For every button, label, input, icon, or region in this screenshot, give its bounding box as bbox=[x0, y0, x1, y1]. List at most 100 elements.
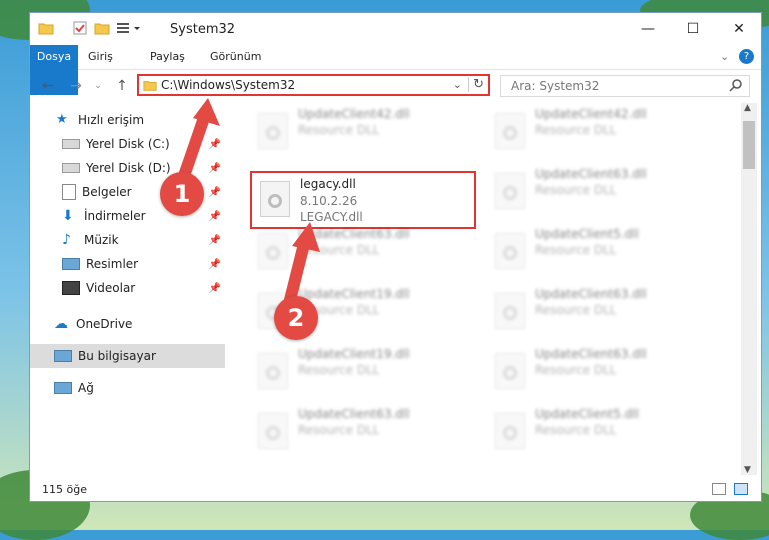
scroll-up-icon[interactable]: ▲ bbox=[744, 103, 751, 113]
file-name: UpdateClient19.dll bbox=[298, 287, 410, 301]
step-1-badge: 1 bbox=[160, 172, 204, 216]
window-title: System32 bbox=[170, 22, 236, 37]
file-item[interactable]: UpdateClient63.dll Resource DLL bbox=[487, 285, 712, 335]
file-type: Resource DLL bbox=[298, 423, 380, 437]
file-item[interactable]: UpdateClient42.dll Resource DLL bbox=[250, 105, 475, 155]
close-button[interactable]: ✕ bbox=[716, 13, 762, 45]
sidebar-item-network[interactable]: Ağ bbox=[30, 376, 225, 400]
file-type: Resource DLL bbox=[298, 363, 380, 377]
dll-file-icon bbox=[258, 113, 288, 149]
file-type: Resource DLL bbox=[535, 303, 617, 317]
large-icons-view-icon[interactable] bbox=[734, 483, 748, 495]
details-view-icon[interactable] bbox=[712, 483, 726, 495]
dll-file-icon bbox=[258, 353, 288, 389]
maximize-button[interactable]: ☐ bbox=[670, 13, 716, 45]
back-button[interactable]: ← bbox=[38, 76, 58, 96]
file-version: 8.10.2.26 bbox=[300, 194, 358, 208]
pin-icon[interactable]: 📌 bbox=[209, 163, 221, 174]
tab-home[interactable]: Giriş bbox=[78, 45, 123, 69]
sidebar-item-label: Ağ bbox=[78, 381, 94, 395]
refresh-icon[interactable]: ↻ bbox=[468, 77, 484, 92]
sidebar-item-quick-access[interactable]: ★ Hızlı erişim bbox=[30, 108, 225, 132]
ribbon-tabs: Dosya Giriş Paylaş Görünüm ⌄ ? bbox=[30, 45, 761, 95]
music-icon: ♪ bbox=[62, 232, 71, 248]
item-count: 115 öğe bbox=[42, 483, 87, 496]
vertical-scrollbar[interactable]: ▲ ▼ bbox=[741, 103, 757, 475]
dll-file-icon bbox=[495, 113, 525, 149]
address-dropdown-icon[interactable]: ⌄ bbox=[453, 78, 462, 91]
pin-icon[interactable]: 📌 bbox=[209, 211, 221, 222]
sidebar-item-label: Bu bilgisayar bbox=[78, 349, 156, 363]
explorer-window: System32 — ☐ ✕ Dosya Giriş Paylaş Görünü… bbox=[29, 12, 762, 502]
pin-icon[interactable]: 📌 bbox=[209, 259, 221, 270]
sidebar-item-onedrive[interactable]: ☁ OneDrive bbox=[30, 312, 225, 336]
forward-button[interactable]: → bbox=[66, 76, 86, 96]
scroll-down-icon[interactable]: ▼ bbox=[744, 465, 751, 475]
file-type: Resource DLL bbox=[535, 363, 617, 377]
dll-file-icon bbox=[258, 413, 288, 449]
dll-file-icon bbox=[260, 181, 290, 217]
file-name: UpdateClient63.dll bbox=[298, 407, 410, 421]
pictures-icon bbox=[62, 258, 80, 270]
file-name: UpdateClient63.dll bbox=[535, 287, 647, 301]
cloud-icon: ☁ bbox=[54, 316, 68, 332]
file-name: UpdateClient5.dll bbox=[535, 227, 639, 241]
pin-icon[interactable]: 📌 bbox=[209, 187, 221, 198]
file-name: UpdateClient5.dll bbox=[535, 407, 639, 421]
sidebar-item-label: Resimler bbox=[86, 257, 139, 271]
pin-icon[interactable]: 📌 bbox=[209, 283, 221, 294]
step-2-badge: 2 bbox=[274, 296, 318, 340]
documents-icon bbox=[62, 184, 76, 200]
sidebar-item-label: Yerel Disk (C:) bbox=[86, 137, 170, 151]
file-type: Resource DLL bbox=[535, 183, 617, 197]
pin-icon[interactable]: 📌 bbox=[209, 139, 221, 150]
file-item[interactable]: UpdateClient63.dll Resource DLL bbox=[250, 225, 475, 275]
sidebar-item-label: Hızlı erişim bbox=[78, 113, 145, 127]
scrollbar-thumb[interactable] bbox=[743, 121, 755, 169]
navigation-pane: ★ Hızlı erişim Yerel Disk (C:) 📌 Yerel D… bbox=[30, 108, 225, 468]
file-item-legacy-dll[interactable]: legacy.dll 8.10.2.26 LEGACY.dll bbox=[250, 171, 476, 229]
folder-icon bbox=[143, 78, 157, 95]
file-item[interactable]: UpdateClient42.dll Resource DLL bbox=[487, 105, 712, 155]
search-box[interactable]: Ara: System32 bbox=[500, 75, 750, 97]
recent-locations-button[interactable]: ⌄ bbox=[88, 76, 108, 96]
title-bar: System32 — ☐ ✕ bbox=[30, 13, 761, 45]
sidebar-item-music[interactable]: ♪ Müzik 📌 bbox=[30, 228, 225, 252]
file-name: UpdateClient42.dll bbox=[535, 107, 647, 121]
file-type: Resource DLL bbox=[535, 243, 617, 257]
file-item[interactable]: UpdateClient19.dll Resource DLL bbox=[250, 345, 475, 395]
help-icon[interactable]: ? bbox=[739, 49, 754, 64]
sidebar-item-local-disk-c[interactable]: Yerel Disk (C:) 📌 bbox=[30, 132, 225, 156]
status-bar: 115 öğe bbox=[30, 479, 761, 501]
properties-icon[interactable] bbox=[72, 20, 88, 38]
customize-toolbar-icon[interactable] bbox=[116, 20, 142, 38]
sidebar-item-videos[interactable]: Videolar 📌 bbox=[30, 276, 225, 300]
dll-file-icon bbox=[495, 233, 525, 269]
file-name: UpdateClient63.dll bbox=[298, 227, 410, 241]
address-text[interactable]: C:\Windows\System32 bbox=[161, 78, 295, 92]
sidebar-item-this-pc[interactable]: Bu bilgisayar bbox=[30, 344, 225, 368]
expand-ribbon-icon[interactable]: ⌄ bbox=[720, 50, 729, 63]
tab-share[interactable]: Paylaş bbox=[140, 45, 195, 69]
file-item[interactable]: UpdateClient63.dll Resource DLL bbox=[487, 165, 712, 215]
file-item[interactable]: UpdateClient63.dll Resource DLL bbox=[250, 405, 475, 455]
search-input[interactable]: Ara: System32 bbox=[511, 79, 599, 93]
address-bar[interactable]: C:\Windows\System32 ⌄ ↻ bbox=[137, 74, 490, 96]
folder-icon bbox=[38, 20, 54, 38]
drive-icon bbox=[62, 163, 80, 173]
sidebar-item-label: İndirmeler bbox=[84, 209, 146, 223]
dll-file-icon bbox=[495, 173, 525, 209]
file-name: legacy.dll bbox=[300, 177, 356, 191]
file-description: LEGACY.dll bbox=[300, 210, 363, 224]
new-folder-icon[interactable] bbox=[94, 20, 110, 38]
sidebar-item-label: Videolar bbox=[86, 281, 136, 295]
sidebar-item-pictures[interactable]: Resimler 📌 bbox=[30, 252, 225, 276]
tab-view[interactable]: Görünüm bbox=[200, 45, 271, 69]
file-item[interactable]: UpdateClient5.dll Resource DLL bbox=[487, 405, 712, 455]
file-item[interactable]: UpdateClient5.dll Resource DLL bbox=[487, 225, 712, 275]
file-name: UpdateClient19.dll bbox=[298, 347, 410, 361]
up-button[interactable]: ↑ bbox=[112, 76, 132, 96]
pin-icon[interactable]: 📌 bbox=[209, 235, 221, 246]
minimize-button[interactable]: — bbox=[625, 13, 671, 45]
file-item[interactable]: UpdateClient63.dll Resource DLL bbox=[487, 345, 712, 395]
